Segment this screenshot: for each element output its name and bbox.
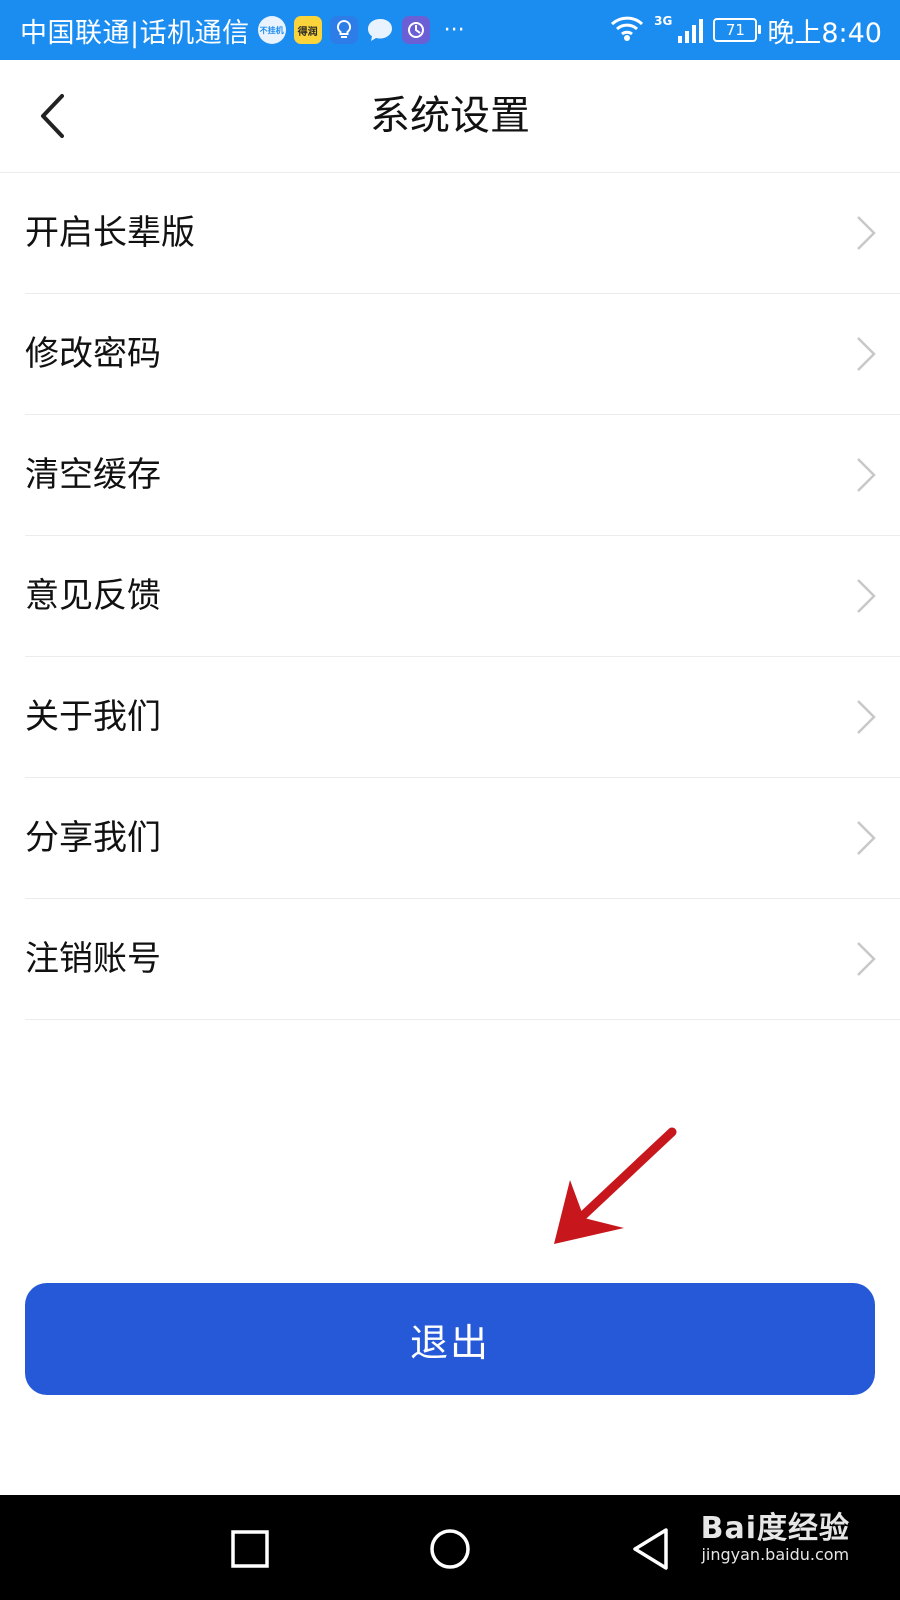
settings-item-elder-mode[interactable]: 开启长辈版	[25, 173, 900, 294]
app-notification-icon-2: 得润	[293, 16, 322, 44]
chevron-left-icon	[41, 94, 64, 138]
battery-icon: 71	[713, 18, 762, 42]
clock: 晚上8:40	[767, 17, 882, 49]
settings-item-share[interactable]: 分享我们	[25, 778, 900, 899]
logout-button[interactable]: 退出	[25, 1283, 875, 1395]
nav-back-button[interactable]	[620, 1519, 680, 1579]
chevron-right-icon	[857, 579, 876, 613]
chevron-right-icon	[857, 216, 876, 250]
page-title: 系统设置	[370, 93, 530, 139]
settings-item-change-password[interactable]: 修改密码	[25, 294, 900, 415]
page-header: 系统设置	[0, 60, 900, 173]
lightbulb-notification-icon	[329, 16, 358, 44]
app-notification-icon-1: 不挂机	[257, 16, 286, 44]
settings-item-label: 分享我们	[25, 818, 161, 858]
carrier-name: 中国联通|话机通信	[20, 17, 250, 49]
settings-list: 开启长辈版 修改密码 清空缓存 意见反馈 关于我们 分享我们 注销账号	[25, 173, 900, 1020]
settings-item-label: 修改密码	[25, 334, 161, 374]
chevron-right-icon	[857, 337, 876, 371]
chevron-right-icon	[857, 700, 876, 734]
chevron-right-icon	[857, 458, 876, 492]
network-type: 3G	[654, 14, 673, 28]
battery-level: 71	[725, 21, 745, 39]
settings-item-feedback[interactable]: 意见反馈	[25, 536, 900, 657]
baidu-jingyan-watermark: Bai度经验 jingyan.baidu.com	[701, 1503, 850, 1564]
recent-apps-button[interactable]	[220, 1519, 280, 1579]
chevron-right-icon	[857, 942, 876, 976]
settings-item-clear-cache[interactable]: 清空缓存	[25, 415, 900, 536]
wifi-icon	[610, 14, 644, 46]
red-arrow-icon	[554, 1127, 677, 1244]
settings-item-delete-account[interactable]: 注销账号	[25, 899, 900, 1020]
settings-item-label: 关于我们	[25, 697, 161, 737]
home-icon	[430, 1529, 470, 1569]
notification-icons: 不挂机 得润 ···	[257, 16, 465, 44]
status-bar: 中国联通|话机通信 不挂机 得润 ··· 3G 71 晚上8:40	[0, 0, 900, 60]
settings-item-label: 意见反馈	[25, 576, 161, 616]
home-button[interactable]	[420, 1519, 480, 1579]
app-notification-icon-3	[401, 16, 430, 44]
watermark-url: jingyan.baidu.com	[701, 1545, 850, 1564]
settings-item-about-us[interactable]: 关于我们	[25, 657, 900, 778]
signal-strength-icon	[678, 17, 704, 43]
more-notifications-icon: ···	[443, 17, 465, 43]
back-icon	[633, 1528, 668, 1570]
recent-apps-icon	[231, 1530, 269, 1568]
chat-bubble-notification-icon	[366, 16, 394, 44]
system-nav-bar: Bai度经验 jingyan.baidu.com	[0, 1495, 900, 1600]
watermark-brand: Bai度经验	[700, 1511, 850, 1546]
settings-item-label: 注销账号	[25, 939, 161, 979]
settings-item-label: 开启长辈版	[25, 213, 195, 253]
settings-item-label: 清空缓存	[25, 455, 161, 495]
back-button[interactable]	[22, 84, 82, 148]
chevron-right-icon	[857, 821, 876, 855]
